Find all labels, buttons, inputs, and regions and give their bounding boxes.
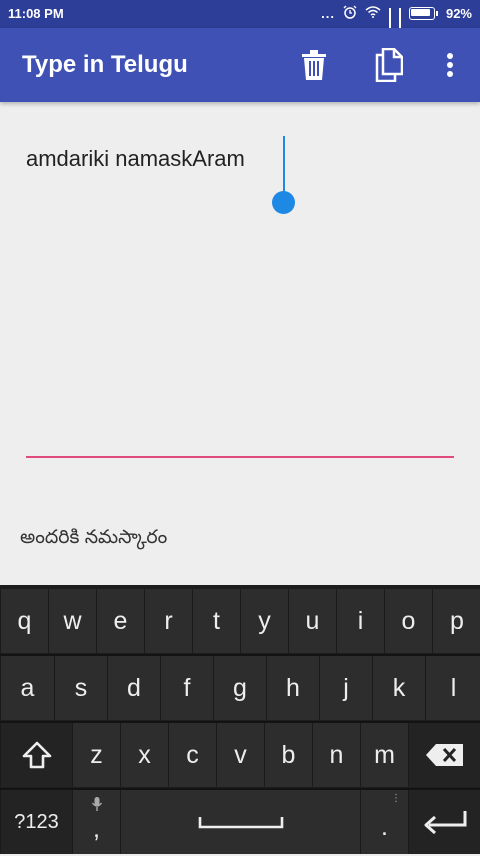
alarm-icon xyxy=(343,5,357,22)
space-key[interactable] xyxy=(120,790,360,854)
status-icons: ... 92% xyxy=(321,5,472,43)
period-key[interactable]: ⋮ . xyxy=(360,790,408,854)
space-icon xyxy=(198,817,283,829)
status-time: 11:08 PM xyxy=(8,6,64,21)
shift-icon xyxy=(22,741,51,769)
battery-percent: 92% xyxy=(445,6,472,21)
key-w[interactable]: w xyxy=(48,589,96,653)
app-bar: Type in Telugu xyxy=(0,28,480,102)
more-notifications-icon: ... xyxy=(321,6,335,21)
enter-icon xyxy=(424,811,467,834)
app-title: Type in Telugu xyxy=(22,51,188,78)
wifi-icon xyxy=(365,6,381,21)
backspace-icon xyxy=(426,744,463,766)
delete-icon[interactable] xyxy=(295,46,333,84)
text-caret xyxy=(283,136,285,194)
keyboard-row-3: z x c v b n m xyxy=(0,723,480,789)
key-l[interactable]: l xyxy=(425,656,480,720)
key-c[interactable]: c xyxy=(168,723,216,787)
key-i[interactable]: i xyxy=(336,589,384,653)
shift-key[interactable] xyxy=(0,723,72,787)
microphone-icon xyxy=(91,797,102,811)
key-p[interactable]: p xyxy=(432,589,480,653)
input-text[interactable]: amdariki namaskAram xyxy=(26,146,245,172)
telugu-output-text: అందరికి నమస్కారం xyxy=(20,527,168,548)
keyboard: q w e r t y u i o p a s d f g h j k l z … xyxy=(0,585,480,854)
battery-icon xyxy=(408,7,435,20)
keyboard-row-4: ?123 , ⋮ . xyxy=(0,790,480,856)
key-f[interactable]: f xyxy=(160,656,213,720)
key-h[interactable]: h xyxy=(266,656,319,720)
key-e[interactable]: e xyxy=(96,589,144,653)
comma-label: , xyxy=(93,814,100,843)
signal-icon-2 xyxy=(398,8,401,43)
key-m[interactable]: m xyxy=(360,723,408,787)
key-g[interactable]: g xyxy=(213,656,266,720)
key-o[interactable]: o xyxy=(384,589,432,653)
overflow-menu-icon[interactable] xyxy=(431,46,469,84)
keyboard-row-1: q w e r t y u i o p xyxy=(0,589,480,655)
period-label: . xyxy=(381,812,388,841)
key-t[interactable]: t xyxy=(192,589,240,653)
transliteration-input-field[interactable]: amdariki namaskAram xyxy=(26,136,454,460)
symbols-key[interactable]: ?123 xyxy=(0,790,72,854)
key-k[interactable]: k xyxy=(372,656,425,720)
battery-tip xyxy=(435,11,438,16)
key-r[interactable]: r xyxy=(144,589,192,653)
key-v[interactable]: v xyxy=(216,723,264,787)
backspace-key[interactable] xyxy=(408,723,480,787)
key-b[interactable]: b xyxy=(264,723,312,787)
copy-icon[interactable] xyxy=(370,46,408,84)
enter-key[interactable] xyxy=(408,790,480,854)
key-y[interactable]: y xyxy=(240,589,288,653)
key-n[interactable]: n xyxy=(312,723,360,787)
key-u[interactable]: u xyxy=(288,589,336,653)
key-s[interactable]: s xyxy=(54,656,107,720)
comma-key[interactable]: , xyxy=(72,790,120,854)
key-q[interactable]: q xyxy=(0,589,48,653)
key-a[interactable]: a xyxy=(0,656,54,720)
key-x[interactable]: x xyxy=(120,723,168,787)
status-bar: 11:08 PM ... 92% xyxy=(0,0,480,43)
cursor-handle[interactable] xyxy=(272,191,295,214)
keyboard-row-2: a s d f g h j k l xyxy=(0,656,480,722)
key-j[interactable]: j xyxy=(319,656,372,720)
input-underline xyxy=(26,456,454,458)
key-z[interactable]: z xyxy=(72,723,120,787)
signal-icon-1 xyxy=(388,8,391,43)
key-d[interactable]: d xyxy=(107,656,160,720)
more-options-icon: ⋮ xyxy=(391,793,401,804)
